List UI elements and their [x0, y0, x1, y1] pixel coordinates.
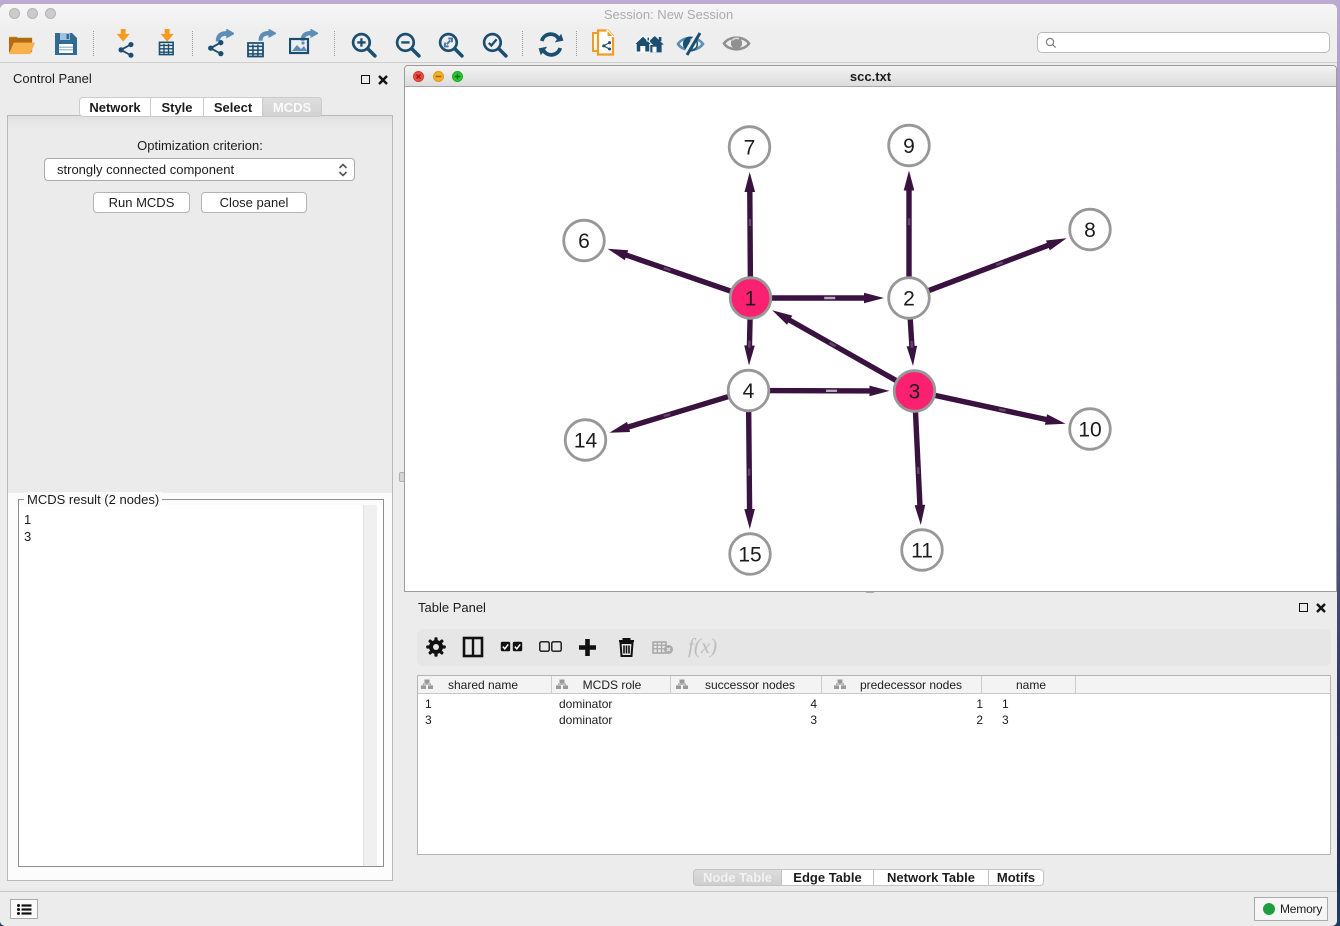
svg-text:3: 3	[909, 380, 921, 403]
svg-text:7: 7	[744, 136, 756, 159]
svg-text:6: 6	[578, 230, 590, 253]
svg-text:2: 2	[903, 287, 915, 310]
svg-text:10: 10	[1078, 418, 1101, 441]
svg-text:9: 9	[903, 135, 915, 158]
svg-text:1: 1	[745, 287, 757, 310]
svg-text:15: 15	[738, 543, 761, 566]
svg-text:8: 8	[1084, 219, 1096, 242]
svg-text:14: 14	[574, 429, 598, 452]
svg-text:11: 11	[911, 539, 933, 562]
svg-text:4: 4	[743, 380, 755, 403]
